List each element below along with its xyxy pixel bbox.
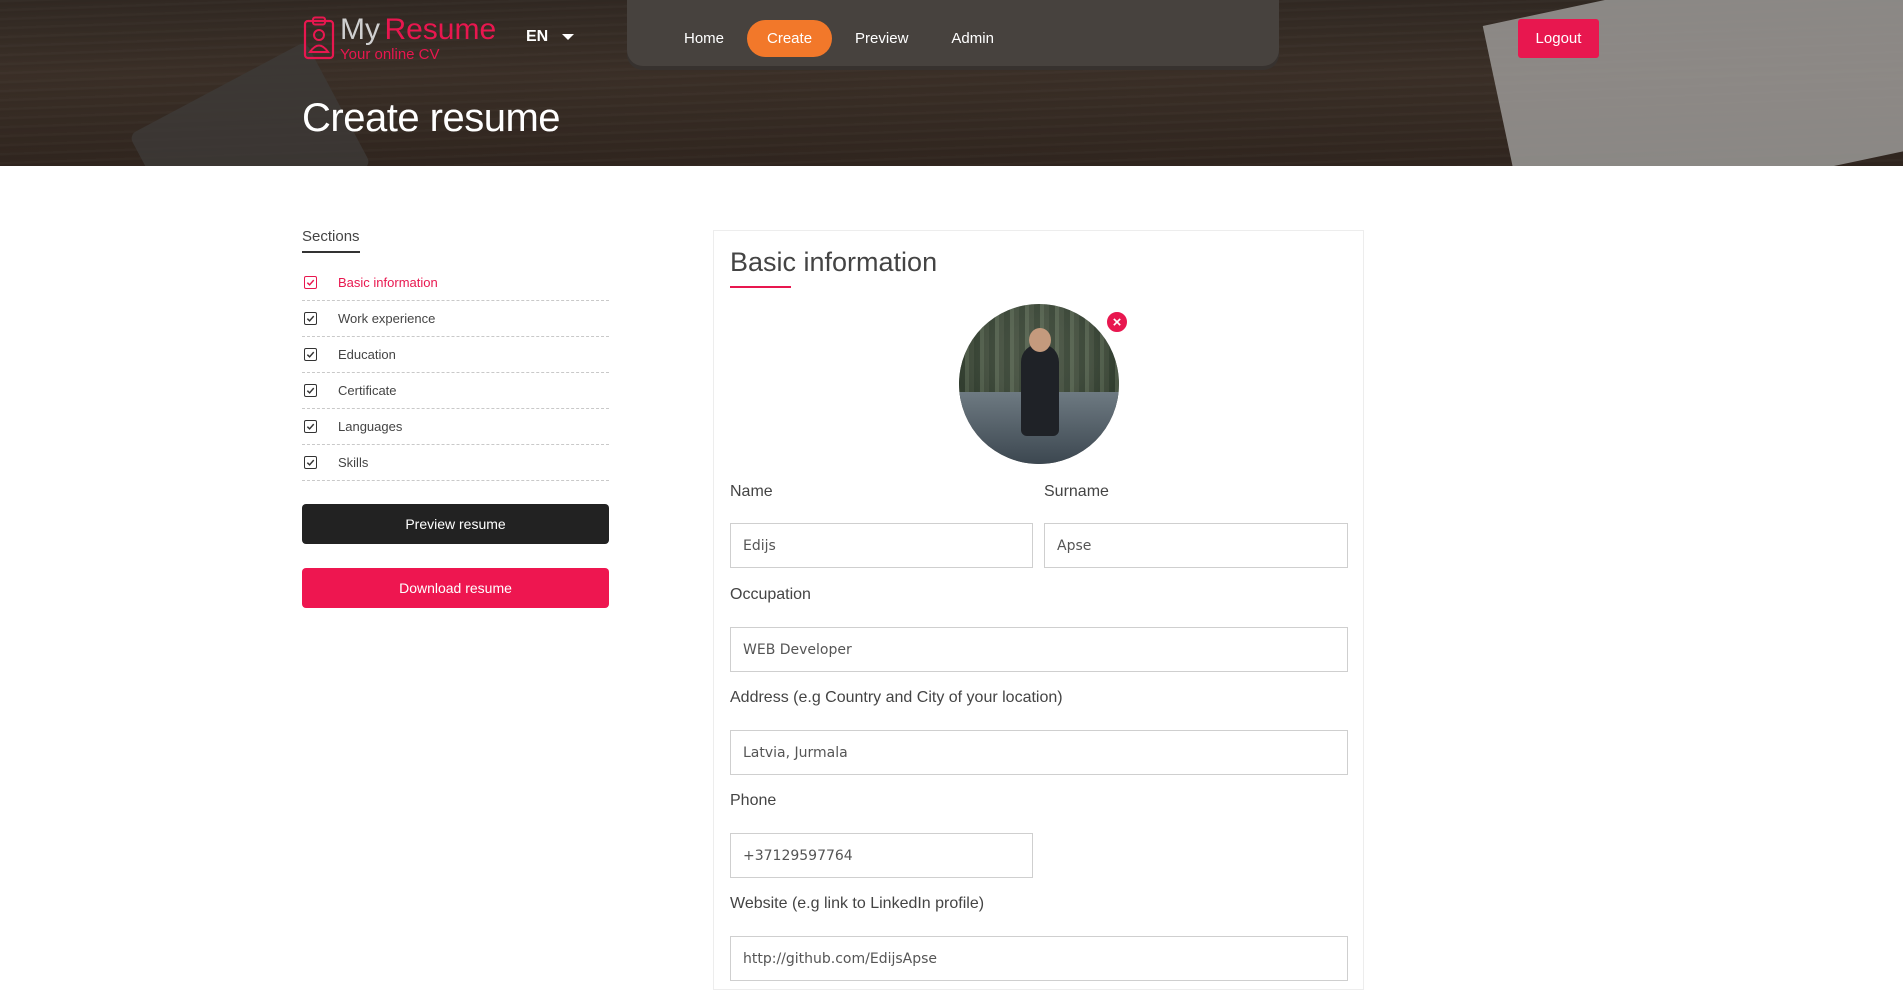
brand-logo[interactable]: My Resume Your online CV [303, 12, 497, 63]
chevron-down-icon [562, 34, 575, 40]
website-label: Website (e.g link to LinkedIn profile) [730, 895, 985, 912]
surname-label: Surname [1044, 483, 1109, 500]
nav-admin[interactable]: Admin [931, 20, 1014, 57]
clipboard-person-icon [303, 16, 335, 60]
section-item-label: Education [338, 347, 396, 362]
logout-button[interactable]: Logout [1518, 19, 1599, 58]
section-item-basic-information[interactable]: Basic information [302, 265, 609, 301]
checkbox-checked-icon [304, 456, 317, 469]
section-item-label: Certificate [338, 383, 397, 398]
close-icon[interactable]: × [1105, 310, 1129, 334]
sections-heading: Sections [302, 228, 360, 253]
nav-preview[interactable]: Preview [835, 20, 928, 57]
language-code: EN [526, 28, 549, 45]
checkbox-checked-icon [304, 276, 317, 289]
basic-information-card: Basic information × Name Surname Occupat… [713, 230, 1364, 990]
address-input[interactable] [730, 730, 1348, 775]
main-nav: Home Create Preview Admin [664, 20, 1014, 57]
preview-resume-button[interactable]: Preview resume [302, 504, 609, 544]
section-item-languages[interactable]: Languages [302, 409, 609, 445]
title-underline [730, 286, 791, 288]
download-resume-button[interactable]: Download resume [302, 568, 609, 608]
section-item-label: Basic information [338, 275, 438, 290]
phone-label: Phone [730, 792, 777, 809]
section-item-label: Languages [338, 419, 403, 434]
brand-tagline: Your online CV [340, 45, 440, 63]
surname-input[interactable] [1044, 523, 1348, 568]
header-banner: My Resume Your online CV EN Home Create … [0, 0, 1903, 166]
occupation-label: Occupation [730, 586, 811, 603]
section-item-skills[interactable]: Skills [302, 445, 609, 481]
section-item-label: Work experience [338, 311, 436, 326]
profile-photo[interactable] [959, 304, 1119, 464]
page-title: Create resume [302, 96, 561, 140]
section-item-education[interactable]: Education [302, 337, 609, 373]
nav-create[interactable]: Create [747, 20, 833, 57]
language-selector[interactable]: EN [526, 28, 575, 46]
nav-home[interactable]: Home [664, 20, 744, 57]
name-label: Name [730, 483, 773, 500]
section-item-work-experience[interactable]: Work experience [302, 301, 609, 337]
brand-name-second: Resume [384, 12, 497, 46]
section-item-certificate[interactable]: Certificate [302, 373, 609, 409]
section-item-label: Skills [338, 455, 369, 470]
card-title: Basic information [730, 247, 938, 277]
occupation-input[interactable] [730, 627, 1348, 672]
checkbox-checked-icon [304, 384, 317, 397]
checkbox-checked-icon [304, 312, 317, 325]
sections-sidebar: Sections Basic information Work experien… [302, 228, 609, 608]
brand-name-first: My [340, 12, 380, 46]
sections-list: Basic information Work experience Educat… [302, 265, 609, 481]
checkbox-checked-icon [304, 348, 317, 361]
checkbox-checked-icon [304, 420, 317, 433]
website-input[interactable] [730, 936, 1348, 981]
address-label: Address (e.g Country and City of your lo… [730, 689, 1063, 706]
name-input[interactable] [730, 523, 1033, 568]
phone-input[interactable] [730, 833, 1033, 878]
